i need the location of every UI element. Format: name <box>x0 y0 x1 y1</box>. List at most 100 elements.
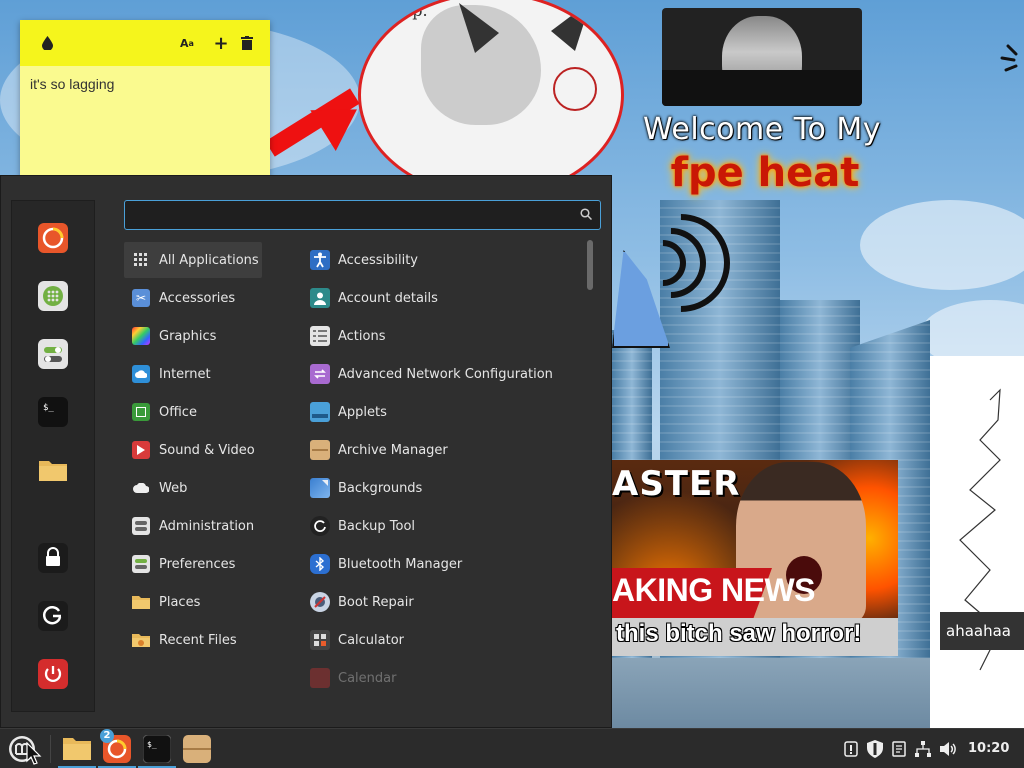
favorite-firefox[interactable] <box>36 221 70 255</box>
graphics-icon <box>132 327 150 345</box>
breaking-news-text: AKING NEWS <box>612 572 816 608</box>
app-boot-repair[interactable]: Boot Repair <box>301 584 581 620</box>
search-box[interactable] <box>124 200 601 230</box>
terminal-icon: $_ <box>143 734 171 763</box>
app-list-scrollbar[interactable] <box>587 240 593 290</box>
app-calendar[interactable]: Calendar <box>301 660 581 688</box>
app-advanced-network-configuration[interactable]: Advanced Network Configuration <box>301 356 581 392</box>
taskbar-archive-manager[interactable] <box>178 729 216 768</box>
add-icon[interactable]: + <box>210 32 232 54</box>
firefox-icon <box>38 223 68 253</box>
taskbar-terminal[interactable]: $_ <box>138 729 176 768</box>
software-manager-icon <box>38 281 68 311</box>
favorite-logout[interactable] <box>36 599 70 633</box>
applets-icon <box>310 402 330 422</box>
thumbnail-caption: this bitch saw horror! <box>616 620 862 647</box>
logout-icon <box>38 601 68 631</box>
favorite-software-manager[interactable] <box>36 279 70 313</box>
ahaha-caption: ahaahaa <box>940 612 1024 650</box>
svg-text:$_: $_ <box>43 403 54 413</box>
category-sound-video[interactable]: Sound & Video <box>124 432 262 468</box>
toggles-icon <box>38 339 68 369</box>
folder-icon <box>39 461 67 481</box>
network-config-icon <box>310 364 330 384</box>
archive-icon <box>310 440 330 460</box>
font-size-icon[interactable]: Aa <box>176 32 198 54</box>
category-internet[interactable]: Internet <box>124 356 262 392</box>
sticky-note-text[interactable]: it's so lagging <box>20 66 270 102</box>
calendar-icon <box>310 668 330 688</box>
taskbar-firefox[interactable]: 2 <box>98 729 136 768</box>
start-menu: $_ All Applications ✂ Accessories Graphi… <box>0 175 612 728</box>
app-label: Backgrounds <box>338 480 423 496</box>
category-administration[interactable]: Administration <box>124 508 262 544</box>
app-backgrounds[interactable]: Backgrounds <box>301 470 581 506</box>
clipboard-icon[interactable] <box>890 740 908 758</box>
office-icon <box>132 403 150 421</box>
search-icon[interactable] <box>580 208 592 220</box>
app-label: Boot Repair <box>338 594 414 610</box>
update-shield-icon[interactable] <box>866 740 884 758</box>
lock-icon <box>38 543 68 573</box>
anime-sketch-circle: Sup. <box>358 0 624 198</box>
app-accessibility[interactable]: Accessibility <box>301 242 581 278</box>
preferences-icon <box>132 555 150 573</box>
favorite-lock-screen[interactable] <box>36 541 70 575</box>
notification-icon[interactable] <box>842 740 860 758</box>
accessibility-icon <box>310 250 330 270</box>
account-icon <box>310 288 330 308</box>
search-input[interactable] <box>133 205 567 227</box>
taskbar-files[interactable] <box>58 729 96 768</box>
category-recent-files[interactable]: Recent Files <box>124 622 262 658</box>
trash-icon[interactable] <box>236 32 258 54</box>
backgrounds-icon <box>310 478 330 498</box>
sticky-note[interactable]: Aa + it's so lagging <box>20 20 270 180</box>
category-label: Preferences <box>159 556 236 572</box>
backup-icon <box>310 516 330 536</box>
category-web[interactable]: Web <box>124 470 262 506</box>
favorite-shutdown[interactable] <box>36 657 70 691</box>
category-label: Graphics <box>159 328 217 344</box>
category-graphics[interactable]: Graphics <box>124 318 262 354</box>
drop-icon[interactable] <box>36 32 58 54</box>
taskbar: 2 $_ 10:20 <box>0 728 1024 768</box>
boot-repair-icon <box>310 592 330 612</box>
taskbar-separator <box>50 735 51 763</box>
favorite-system-settings[interactable] <box>36 337 70 371</box>
folder-icon <box>132 593 150 611</box>
app-applets[interactable]: Applets <box>301 394 581 430</box>
favorite-terminal[interactable]: $_ <box>36 395 70 429</box>
volume-icon[interactable] <box>940 740 958 758</box>
app-account-details[interactable]: Account details <box>301 280 581 316</box>
app-calculator[interactable]: Calculator <box>301 622 581 658</box>
app-actions[interactable]: Actions <box>301 318 581 354</box>
bluetooth-icon <box>310 554 330 574</box>
category-label: Accessories <box>159 290 236 306</box>
category-preferences[interactable]: Preferences <box>124 546 262 582</box>
cloud-icon <box>132 365 150 383</box>
app-backup-tool[interactable]: Backup Tool <box>301 508 581 544</box>
calculator-icon <box>310 630 330 650</box>
window-count-badge: 2 <box>100 729 114 743</box>
app-label: Advanced Network Configuration <box>338 366 553 382</box>
sticky-note-header[interactable]: Aa + <box>20 20 270 66</box>
taskbar-clock[interactable]: 10:20 <box>968 741 1009 756</box>
favorites-column: $_ <box>11 200 95 712</box>
app-label: Archive Manager <box>338 442 448 458</box>
sketch-mark <box>553 67 597 111</box>
folder-icon <box>63 737 91 760</box>
app-label: Bluetooth Manager <box>338 556 463 572</box>
category-accessories[interactable]: ✂ Accessories <box>124 280 262 316</box>
thumbnail-title: ASTER <box>612 464 741 504</box>
category-all-applications[interactable]: All Applications <box>124 242 262 278</box>
app-label: Account details <box>338 290 438 306</box>
category-places[interactable]: Places <box>124 584 262 620</box>
app-archive-manager[interactable]: Archive Manager <box>301 432 581 468</box>
network-icon[interactable] <box>914 740 932 758</box>
svg-text:$_: $_ <box>147 740 157 749</box>
favorite-files[interactable] <box>36 453 70 487</box>
category-office[interactable]: Office <box>124 394 262 430</box>
app-bluetooth-manager[interactable]: Bluetooth Manager <box>301 546 581 582</box>
app-label: Calendar <box>338 670 397 686</box>
app-label: Calculator <box>338 632 405 648</box>
